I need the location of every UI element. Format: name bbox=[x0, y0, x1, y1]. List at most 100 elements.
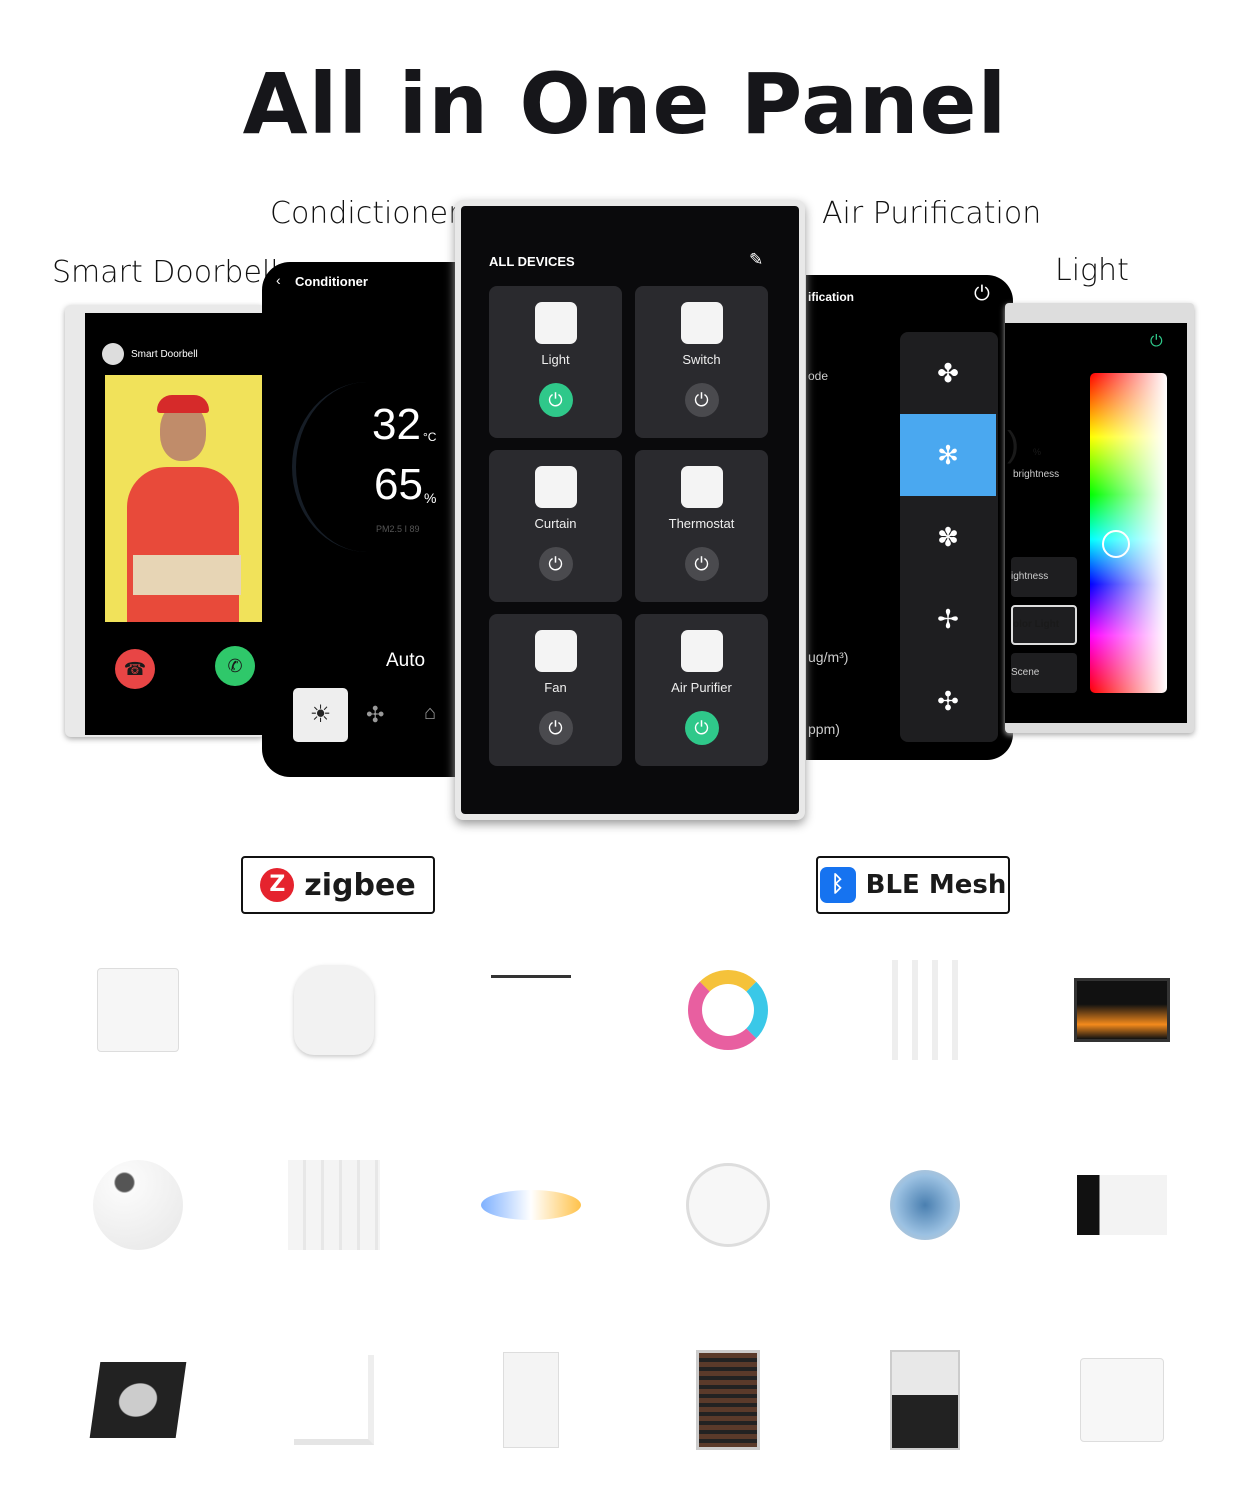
conditioner-panel: ‹ Conditioner 32 °C 65 % PM2.5 I 89 Auto… bbox=[262, 262, 458, 777]
auto-mode-button[interactable]: ⌂ bbox=[424, 702, 436, 725]
wall-switch-image bbox=[1080, 1358, 1164, 1442]
temperature-value: 32 bbox=[372, 400, 421, 449]
product-string-lights bbox=[476, 960, 586, 1060]
center-screen: ALL DEVICES ✎ Light ⏻ Switch ⏻ Curtain ⏻ Therm… bbox=[461, 206, 799, 814]
product-wine-cooler bbox=[673, 1350, 783, 1450]
edit-icon[interactable]: ✎ bbox=[749, 250, 763, 270]
sun-mode-button[interactable]: ☀ bbox=[293, 688, 348, 742]
light-power-icon[interactable]: ⏻ bbox=[1150, 333, 1163, 351]
power-button[interactable]: ⏻ bbox=[538, 383, 573, 417]
speaker-image bbox=[294, 965, 374, 1055]
power-button[interactable]: ⏻ bbox=[684, 711, 719, 745]
mode-text: ode bbox=[808, 369, 829, 383]
desk-fan-image bbox=[890, 1170, 960, 1240]
device-tile[interactable]: Light ⏻ bbox=[489, 286, 622, 438]
decline-call-button[interactable]: ☎ bbox=[115, 649, 155, 689]
fan-speed-4-button[interactable]: ✣ bbox=[900, 660, 996, 742]
label-air-purification: Air Purification bbox=[822, 196, 1042, 231]
device-tile[interactable]: Air Purifier ⏻ bbox=[635, 614, 768, 766]
product-curtain bbox=[279, 1155, 389, 1255]
device-tile[interactable]: Switch ⏻ bbox=[635, 286, 768, 438]
power-button[interactable]: ⏻ bbox=[684, 547, 719, 581]
option-brightness[interactable]: ightness bbox=[1011, 557, 1077, 597]
accept-call-button[interactable]: ✆ bbox=[215, 646, 255, 686]
product-floodlight bbox=[83, 1350, 193, 1450]
power-button[interactable]: ⏻ bbox=[684, 383, 719, 417]
device-name: Fan bbox=[544, 680, 567, 695]
product-speaker bbox=[279, 960, 389, 1060]
device-name: Switch bbox=[682, 352, 721, 367]
device-name: Light bbox=[541, 352, 570, 367]
power-button[interactable]: ⏻ bbox=[538, 547, 573, 581]
power-button[interactable]: ⏻ bbox=[538, 711, 573, 745]
label-light: Light bbox=[1055, 253, 1129, 288]
fan-mode-button[interactable]: ✣ bbox=[366, 702, 384, 728]
fan-speed-2-button[interactable]: ✽ bbox=[900, 496, 996, 578]
page-title: All in One Panel bbox=[242, 55, 1008, 153]
curtain-image bbox=[288, 1160, 380, 1250]
bluetooth-icon: ᛒ bbox=[819, 867, 856, 903]
fan-speed-selector[interactable]: ✤ ✻ ✽ ✢ ✣ bbox=[900, 332, 998, 742]
air-purification-panel: ification ⏻ ode ug/m³) ppm) ✤ ✻ ✽ ✢ ✣ bbox=[806, 275, 1013, 760]
product-curtain-switch bbox=[83, 960, 193, 1060]
product-desk-fan bbox=[870, 1155, 980, 1255]
zigbee-badge: Z zigbee bbox=[241, 856, 435, 914]
product-led-strip bbox=[673, 960, 783, 1060]
product-wall-switch bbox=[1067, 1350, 1177, 1450]
wall-fan-image bbox=[686, 1163, 770, 1247]
brightness-value: ) bbox=[1007, 423, 1019, 464]
label-conditioner: Condictioner bbox=[270, 196, 461, 231]
coffee-machine-image bbox=[890, 1350, 960, 1450]
device-icon bbox=[534, 630, 577, 672]
zigbee-logo-icon: Z bbox=[260, 868, 295, 902]
back-button[interactable]: ‹ bbox=[276, 272, 281, 288]
all-devices-dropdown[interactable]: ALL DEVICES bbox=[489, 254, 575, 269]
product-desk-lamp bbox=[279, 1350, 389, 1450]
conditioner-header: Conditioner bbox=[295, 274, 368, 289]
device-tile[interactable]: Fan ⏻ bbox=[489, 614, 622, 766]
fan-speed-1-button[interactable]: ✻ bbox=[900, 414, 996, 496]
fan-sleep-button[interactable]: ✤ bbox=[900, 332, 996, 414]
percent-unit: % bbox=[1033, 447, 1042, 457]
floodlight-image bbox=[89, 1362, 187, 1438]
center-panel: ALL DEVICES ✎ Light ⏻ Switch ⏻ Curtain ⏻ Therm… bbox=[455, 200, 805, 820]
device-name: Curtain bbox=[534, 516, 577, 531]
device-icon bbox=[680, 302, 723, 344]
video-feed bbox=[105, 375, 262, 622]
tube-lights-image bbox=[892, 960, 958, 1060]
curtain-switch-image bbox=[97, 968, 179, 1052]
humidity-unit: % bbox=[424, 490, 437, 506]
label-doorbell: Smart Doorbell bbox=[52, 255, 279, 290]
fan-speed-3-button[interactable]: ✢ bbox=[900, 578, 996, 660]
product-fireplace bbox=[1067, 960, 1177, 1060]
light-screen: ⏻ ) % brightness ightness olor Light Sce… bbox=[1005, 323, 1187, 723]
color-picker[interactable] bbox=[1090, 373, 1167, 693]
fireplace-image bbox=[1074, 978, 1170, 1042]
device-tile[interactable]: Thermostat ⏻ bbox=[635, 450, 768, 602]
product-coffee-machine bbox=[870, 1350, 980, 1450]
mode-label: Auto bbox=[386, 650, 426, 671]
device-tile[interactable]: Curtain ⏻ bbox=[489, 450, 622, 602]
zigbee-label: zigbee bbox=[304, 867, 416, 903]
option-scene[interactable]: Scene bbox=[1011, 653, 1077, 693]
floodlight-camera-image bbox=[1077, 1175, 1167, 1235]
doorbell-screen: Smart Doorbell ☎ ✆ bbox=[85, 313, 262, 735]
product-motion-sensor bbox=[83, 1155, 193, 1255]
doorbell-header: Smart Doorbell bbox=[131, 349, 198, 360]
humidity-value: 65 bbox=[374, 460, 423, 509]
product-wall-fan bbox=[673, 1155, 783, 1255]
product-ceiling-light bbox=[476, 1155, 586, 1255]
device-icon bbox=[534, 466, 577, 508]
led-strip-image bbox=[688, 970, 768, 1050]
light-panel: ⏻ ) % brightness ightness olor Light Sce… bbox=[1005, 303, 1194, 733]
power-icon[interactable]: ⏻ bbox=[974, 283, 990, 306]
wine-cooler-image bbox=[696, 1350, 760, 1450]
ble-label: BLE Mesh bbox=[865, 870, 1007, 900]
doorbell-icon bbox=[102, 343, 124, 365]
ble-mesh-badge: ᛒ BLE Mesh bbox=[816, 856, 1010, 914]
option-color-light[interactable]: olor Light bbox=[1011, 605, 1077, 645]
color-picker-handle[interactable] bbox=[1102, 530, 1130, 558]
product-floodlight-camera bbox=[1067, 1155, 1177, 1255]
co2-unit: ppm) bbox=[808, 721, 840, 737]
device-icon bbox=[534, 302, 577, 344]
